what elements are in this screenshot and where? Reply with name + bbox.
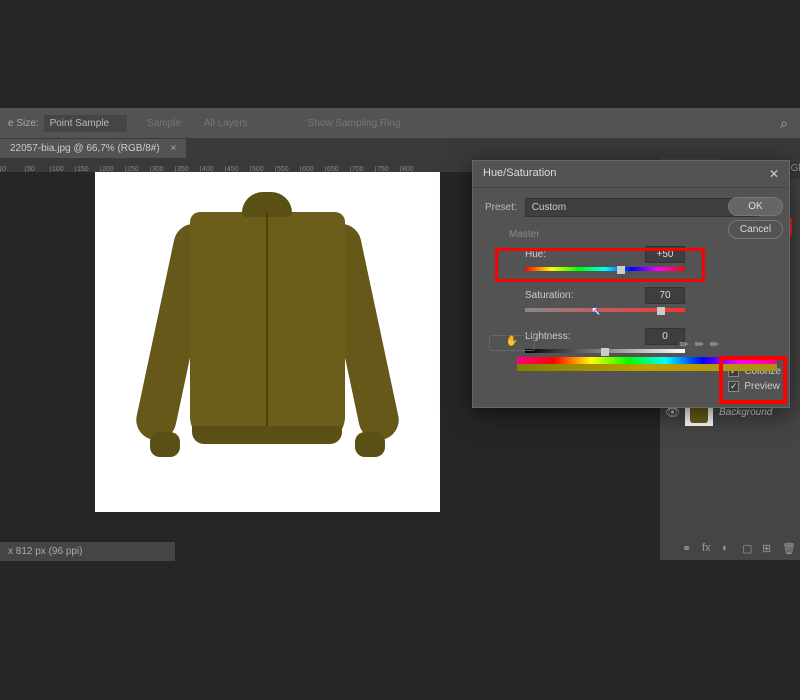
layers-select[interactable]: All Layers <box>204 118 248 129</box>
sample-label: Sample: <box>147 118 184 129</box>
canvas[interactable] <box>95 172 440 512</box>
sample-size-select[interactable]: Point Sample <box>44 115 127 132</box>
eyedropper-icon[interactable]: ✏ <box>679 338 688 351</box>
size-label: e Size: <box>8 118 39 129</box>
spectrum-input <box>517 357 777 364</box>
preset-select[interactable]: Custom <box>525 198 759 217</box>
document-tab-bar: 22057-bia.jpg @ 66,7% (RGB/8#) × <box>0 138 800 158</box>
hue-value[interactable]: +50 <box>645 246 685 263</box>
close-icon[interactable]: ✕ <box>769 167 779 181</box>
layer-name: Background <box>719 407 772 418</box>
dialog-title-text: Hue/Saturation <box>483 167 556 181</box>
cuff-left <box>150 432 180 457</box>
scrubby-tool[interactable]: ✋ <box>489 335 535 351</box>
ok-button[interactable]: OK <box>728 197 783 216</box>
search-icon[interactable]: ⌕ <box>780 115 788 132</box>
cuff-right <box>355 432 385 457</box>
eyedropper-minus-icon[interactable]: ✏ <box>710 338 719 351</box>
preview-row[interactable]: ✓ Preview <box>728 381 781 392</box>
options-bar: e Size: Point Sample Sample: All Layers … <box>0 108 800 138</box>
saturation-label: Saturation: <box>525 290 573 301</box>
lightness-thumb[interactable] <box>601 348 609 356</box>
hue-group: Hue: +50 <box>525 246 685 275</box>
lightness-group: Lightness: 0 <box>525 328 685 357</box>
layer-panel-icons: ⚭ fx ◐ ▢ ⊞ 🗑 <box>682 542 796 556</box>
document-tab[interactable]: 22057-bia.jpg @ 66,7% (RGB/8#) × <box>0 139 186 158</box>
dialog-body: Preset: Custom ⚙ OK Cancel Master Hue: +… <box>473 188 789 379</box>
zipper <box>266 212 268 437</box>
cursor-icon: ↖ <box>591 304 601 318</box>
spectrum-output <box>517 364 777 371</box>
hue-slider[interactable] <box>525 267 685 275</box>
hue-thumb[interactable] <box>617 266 625 274</box>
saturation-value[interactable]: 70 <box>645 287 685 304</box>
saturation-group: Saturation: 70 <box>525 287 685 316</box>
spectrum-bar <box>517 357 777 371</box>
mask-icon[interactable]: ◐ <box>722 542 736 556</box>
eyedropper-plus-icon[interactable]: ✏ <box>695 338 704 351</box>
new-layer-icon[interactable]: ⊞ <box>762 542 776 556</box>
status-bar: x 812 px (96 ppi) <box>0 542 175 561</box>
saturation-slider[interactable] <box>525 308 685 316</box>
jacket-hem <box>192 426 342 444</box>
cancel-button[interactable]: Cancel <box>728 220 783 239</box>
lightness-slider[interactable] <box>525 349 685 357</box>
hue-label: Hue: <box>525 249 546 260</box>
dialog-titlebar[interactable]: Hue/Saturation ✕ <box>473 161 789 188</box>
preset-label: Preset: <box>485 202 517 213</box>
jacket-image <box>150 182 385 482</box>
preview-label: Preview <box>744 381 780 392</box>
trash-icon[interactable]: 🗑 <box>782 542 796 556</box>
close-icon[interactable]: × <box>170 143 176 154</box>
link-icon[interactable]: ⚭ <box>682 542 696 556</box>
hand-icon: ✋ <box>490 336 534 350</box>
sampling-ring-label: Show Sampling Ring <box>308 118 401 129</box>
eyedropper-group: ✏ ✏ ✏ <box>679 338 719 351</box>
fx-icon[interactable]: fx <box>702 542 716 556</box>
document-tab-label: 22057-bia.jpg @ 66,7% (RGB/8#) <box>10 143 160 154</box>
hue-saturation-dialog: Hue/Saturation ✕ Preset: Custom ⚙ OK Can… <box>472 160 790 408</box>
preview-checkbox[interactable]: ✓ <box>728 381 739 392</box>
folder-icon[interactable]: ▢ <box>742 542 756 556</box>
saturation-thumb[interactable] <box>657 307 665 315</box>
